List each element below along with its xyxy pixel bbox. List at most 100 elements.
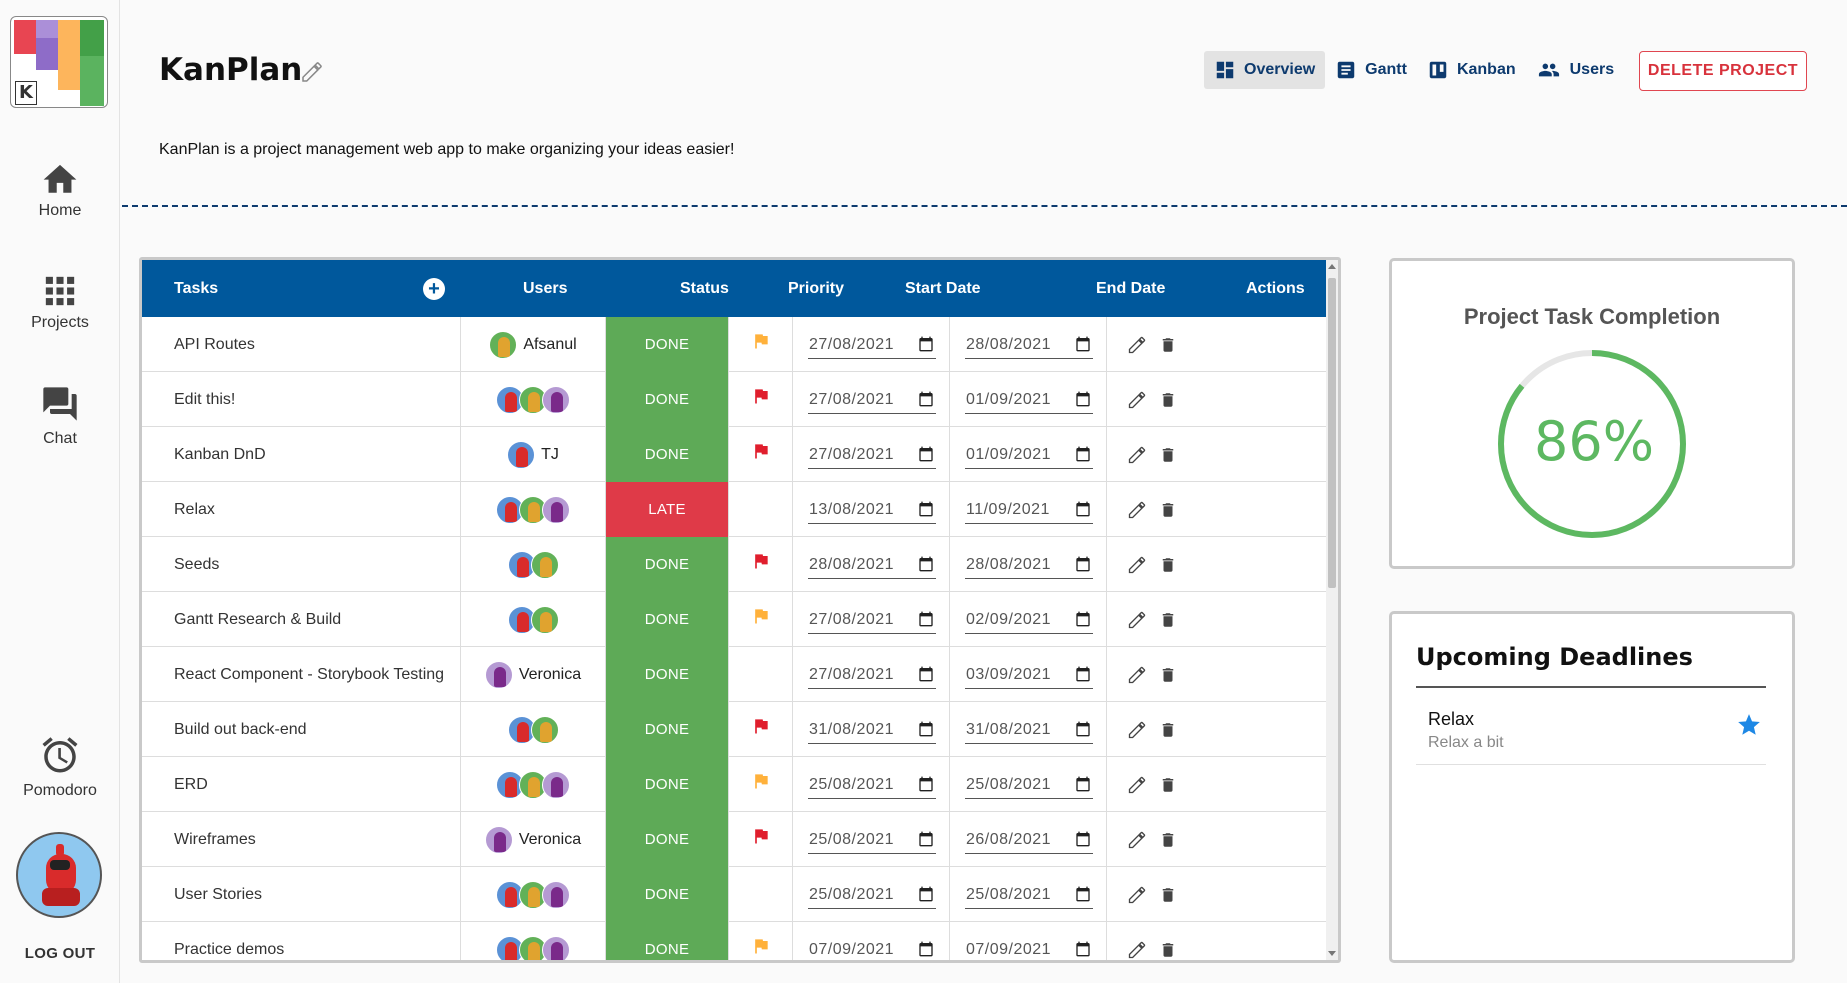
calendar-icon[interactable] bbox=[1075, 940, 1091, 960]
user-avatar[interactable] bbox=[484, 825, 513, 854]
priority-cell[interactable] bbox=[729, 482, 793, 537]
app-logo[interactable]: K bbox=[10, 16, 108, 108]
delete-icon[interactable] bbox=[1159, 555, 1177, 575]
calendar-icon[interactable] bbox=[1075, 610, 1091, 633]
edit-icon[interactable] bbox=[1127, 335, 1147, 355]
header-users[interactable]: Users bbox=[523, 260, 567, 317]
sidebar-item-pomodoro[interactable]: Pomodoro bbox=[0, 734, 120, 800]
table-row[interactable]: React Component - Storybook Testing Veron… bbox=[142, 647, 1326, 702]
task-users[interactable] bbox=[461, 537, 606, 592]
start-date-input[interactable]: 27/08/2021 bbox=[808, 606, 936, 634]
task-users[interactable]: Afsanul bbox=[461, 317, 606, 372]
delete-icon[interactable] bbox=[1159, 830, 1177, 850]
task-name[interactable]: Build out back-end bbox=[142, 702, 461, 757]
logout-button[interactable]: LOG OUT bbox=[0, 945, 120, 962]
task-users[interactable]: Veronica bbox=[461, 647, 606, 702]
calendar-icon[interactable] bbox=[1075, 720, 1091, 743]
flag-icon[interactable] bbox=[751, 716, 771, 736]
edit-icon[interactable] bbox=[1127, 885, 1147, 905]
start-date-input[interactable]: 25/08/2021 bbox=[808, 881, 936, 909]
user-avatar[interactable] bbox=[530, 715, 559, 744]
delete-icon[interactable] bbox=[1159, 500, 1177, 520]
edit-icon[interactable] bbox=[1127, 830, 1147, 850]
start-date-input[interactable]: 25/08/2021 bbox=[808, 771, 936, 799]
status-badge[interactable]: DONE bbox=[606, 537, 729, 592]
task-users[interactable] bbox=[461, 702, 606, 757]
status-badge[interactable]: DONE bbox=[606, 427, 729, 482]
flag-icon[interactable] bbox=[751, 441, 771, 461]
edit-icon[interactable] bbox=[1127, 720, 1147, 740]
calendar-icon[interactable] bbox=[918, 555, 934, 578]
user-avatar[interactable] bbox=[542, 935, 570, 960]
table-row[interactable]: ERD DONE 25/08/2021 25/08/2021 bbox=[142, 757, 1326, 812]
calendar-icon[interactable] bbox=[918, 445, 934, 468]
table-row[interactable]: Kanban DnD TJ DONE 27/08/2021 01/09/2021 bbox=[142, 427, 1326, 482]
flag-icon[interactable] bbox=[751, 826, 771, 846]
status-badge[interactable]: DONE bbox=[606, 592, 729, 647]
flag-icon[interactable] bbox=[751, 771, 771, 791]
task-users[interactable] bbox=[461, 867, 606, 922]
calendar-icon[interactable] bbox=[1075, 335, 1091, 358]
edit-icon[interactable] bbox=[1127, 940, 1147, 960]
calendar-icon[interactable] bbox=[918, 940, 934, 960]
task-users[interactable] bbox=[461, 482, 606, 537]
flag-icon[interactable] bbox=[751, 551, 771, 571]
star-icon[interactable] bbox=[1736, 712, 1762, 738]
task-name[interactable]: Wireframes bbox=[142, 812, 461, 867]
end-date-input[interactable]: 01/09/2021 bbox=[965, 386, 1093, 414]
status-badge[interactable]: LATE bbox=[606, 482, 729, 537]
table-scrollbar[interactable] bbox=[1326, 260, 1338, 960]
edit-icon[interactable] bbox=[1127, 500, 1147, 520]
status-badge[interactable]: DONE bbox=[606, 812, 729, 867]
priority-cell[interactable] bbox=[729, 427, 793, 482]
start-date-input[interactable]: 25/08/2021 bbox=[808, 826, 936, 854]
delete-icon[interactable] bbox=[1159, 885, 1177, 905]
start-date-input[interactable]: 27/08/2021 bbox=[808, 386, 936, 414]
flag-icon[interactable] bbox=[751, 606, 771, 626]
edit-icon[interactable] bbox=[1127, 555, 1147, 575]
calendar-icon[interactable] bbox=[918, 390, 934, 413]
header-tasks[interactable]: Tasks bbox=[174, 260, 218, 317]
delete-icon[interactable] bbox=[1159, 445, 1177, 465]
calendar-icon[interactable] bbox=[918, 885, 934, 908]
flag-icon[interactable] bbox=[751, 936, 771, 956]
header-actions[interactable]: Actions bbox=[1246, 260, 1305, 317]
priority-cell[interactable] bbox=[729, 922, 793, 960]
scroll-thumb[interactable] bbox=[1328, 278, 1336, 588]
delete-icon[interactable] bbox=[1159, 390, 1177, 410]
delete-icon[interactable] bbox=[1159, 775, 1177, 795]
delete-icon[interactable] bbox=[1159, 610, 1177, 630]
table-row[interactable]: Wireframes Veronica DONE 25/08/2021 26/08/20… bbox=[142, 812, 1326, 867]
delete-icon[interactable] bbox=[1159, 940, 1177, 960]
calendar-icon[interactable] bbox=[918, 830, 934, 853]
task-name[interactable]: Relax bbox=[142, 482, 461, 537]
delete-icon[interactable] bbox=[1159, 335, 1177, 355]
calendar-icon[interactable] bbox=[1075, 830, 1091, 853]
table-row[interactable]: Practice demos DONE 07/09/2021 07/09/2021 bbox=[142, 922, 1326, 960]
priority-cell[interactable] bbox=[729, 702, 793, 757]
tab-gantt[interactable]: Gantt bbox=[1325, 51, 1417, 89]
tab-users[interactable]: Users bbox=[1526, 51, 1624, 89]
task-name[interactable]: Seeds bbox=[142, 537, 461, 592]
end-date-input[interactable]: 28/08/2021 bbox=[965, 551, 1093, 579]
scroll-up-icon[interactable] bbox=[1328, 264, 1336, 269]
calendar-icon[interactable] bbox=[918, 775, 934, 798]
priority-cell[interactable] bbox=[729, 812, 793, 867]
end-date-input[interactable]: 31/08/2021 bbox=[965, 716, 1093, 744]
priority-cell[interactable] bbox=[729, 757, 793, 812]
tab-kanban[interactable]: Kanban bbox=[1417, 51, 1526, 89]
task-users[interactable]: Veronica bbox=[461, 812, 606, 867]
priority-cell[interactable] bbox=[729, 537, 793, 592]
calendar-icon[interactable] bbox=[1075, 500, 1091, 523]
calendar-icon[interactable] bbox=[918, 500, 934, 523]
task-name[interactable]: ERD bbox=[142, 757, 461, 812]
priority-cell[interactable] bbox=[729, 647, 793, 702]
edit-icon[interactable] bbox=[1127, 610, 1147, 630]
calendar-icon[interactable] bbox=[1075, 665, 1091, 688]
header-priority[interactable]: Priority bbox=[788, 260, 844, 317]
task-name[interactable]: React Component - Storybook Testing bbox=[142, 647, 461, 702]
flag-icon[interactable] bbox=[751, 386, 771, 406]
table-row[interactable]: User Stories DONE 25/08/2021 25/08/2021 bbox=[142, 867, 1326, 922]
task-users[interactable] bbox=[461, 592, 606, 647]
calendar-icon[interactable] bbox=[918, 610, 934, 633]
